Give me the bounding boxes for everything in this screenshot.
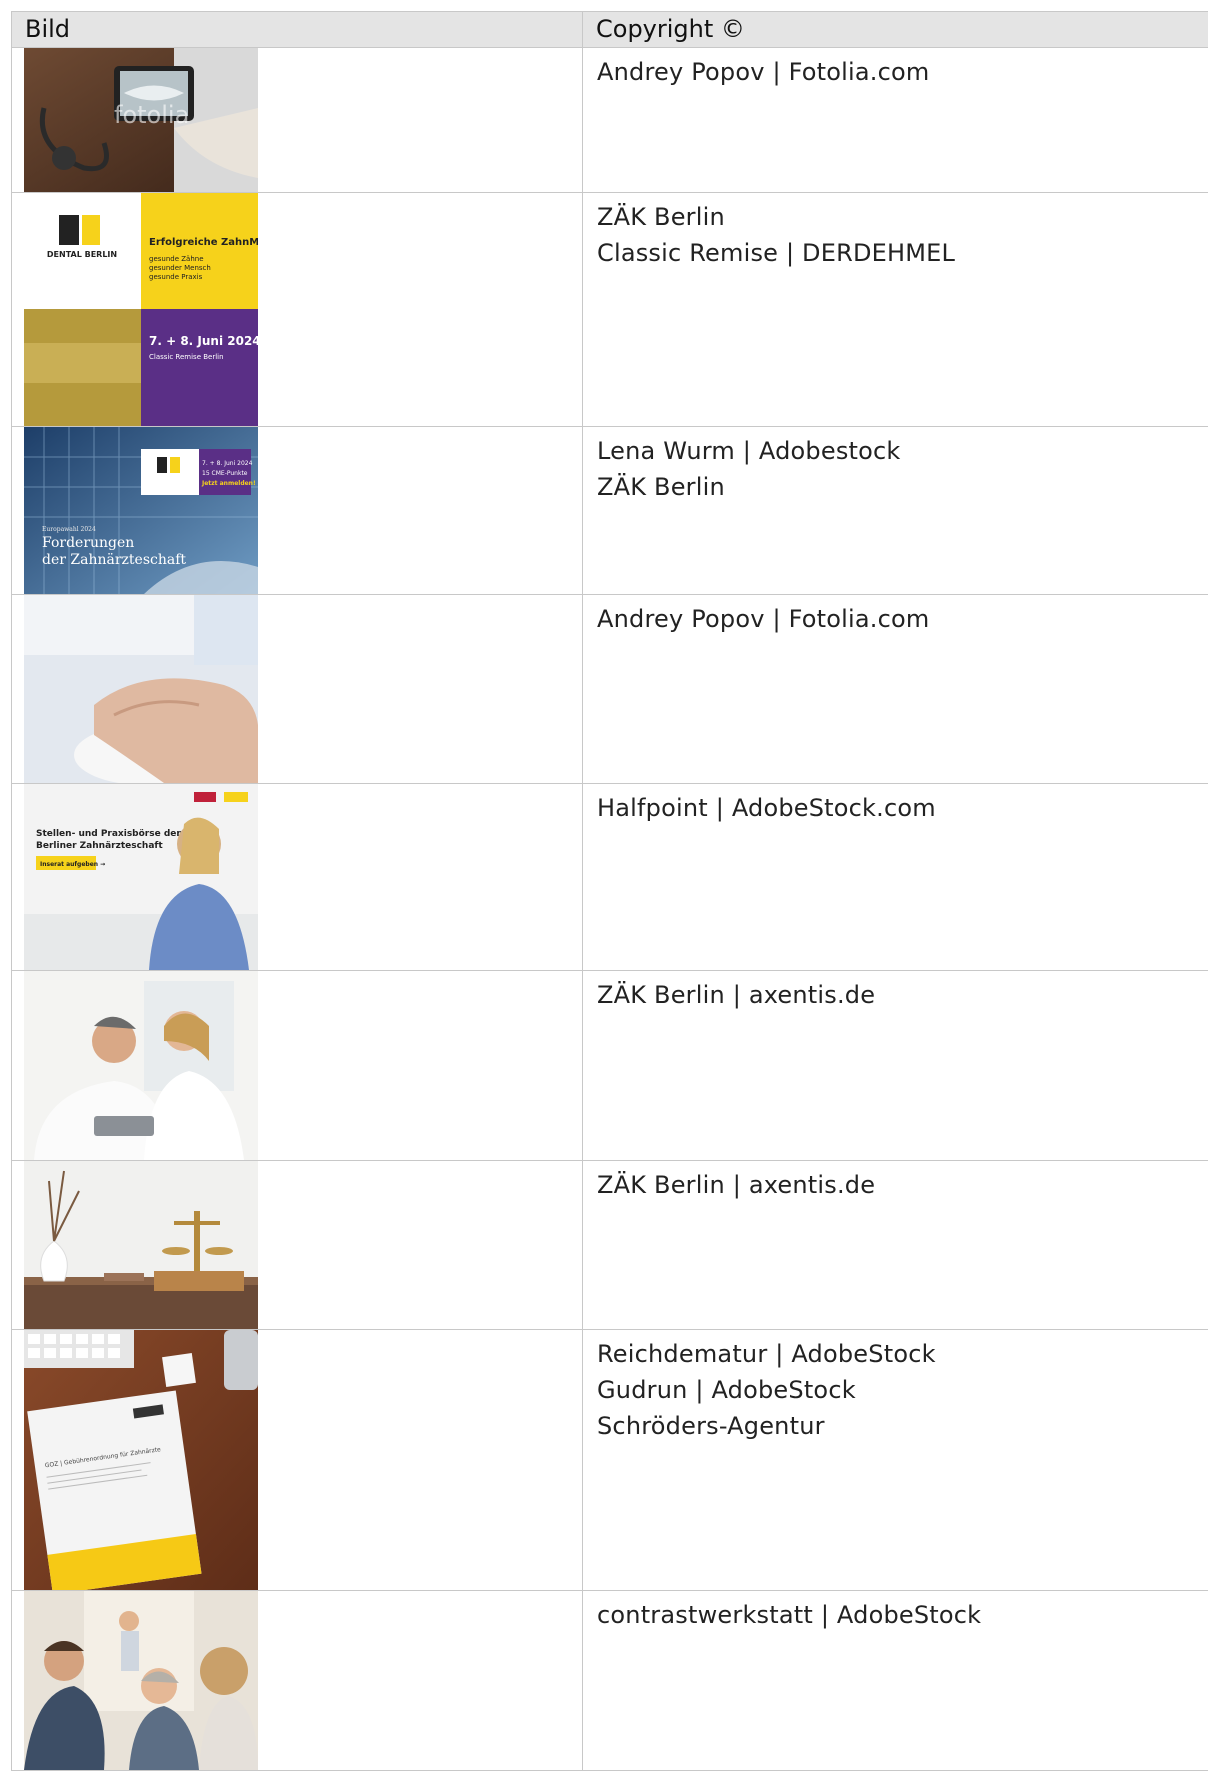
table-row: ZÄK Berlin | axentis.de xyxy=(12,971,1208,1161)
copyright-credit: contrastwerkstatt | AdobeStock xyxy=(597,1597,1208,1633)
table-row: contrastwerkstatt | AdobeStock xyxy=(12,1591,1208,1771)
banner-venue: Classic Remise Berlin xyxy=(149,353,224,361)
copyright-credit: Classic Remise | DERDEHMEL xyxy=(597,235,1208,271)
copyright-credit: ZÄK Berlin | axentis.de xyxy=(597,977,1208,1013)
copyright-credit: Schröders-Agentur xyxy=(597,1408,1208,1444)
image-scale-vase xyxy=(24,1161,258,1329)
copyright-table: Bild Copyright © xyxy=(11,11,1208,1771)
table-row: 7. + 8. Juni 2024 15 CME-Punkte Jetzt an… xyxy=(12,427,1208,595)
copyright-credit: Andrey Popov | Fotolia.com xyxy=(597,601,1208,637)
table-header-row: Bild Copyright © xyxy=(12,12,1208,48)
banner-headline: Erfolgreiche ZahnMedizin 2024 xyxy=(149,237,258,248)
copyright-credit: Reichdematur | AdobeStock xyxy=(597,1336,1208,1372)
banner-logo: DENTAL BERLIN xyxy=(47,250,117,259)
copyright-credit: Halfpoint | AdobeStock.com xyxy=(597,790,1208,826)
image-dental-berlin-banner: DENTAL BERLIN Erfolgreiche ZahnMedizin 2… xyxy=(24,193,258,426)
table-row: DENTAL BERLIN Erfolgreiche ZahnMedizin 2… xyxy=(12,193,1208,427)
image-europawahl-banner: 7. + 8. Juni 2024 15 CME-Punkte Jetzt an… xyxy=(24,427,258,594)
image-dental-tablet-xray: fotolia xyxy=(24,48,258,192)
banner-date: 7. + 8. Juni 2024 xyxy=(202,460,253,467)
image-stellenboerse-banner: Stellen- und Praxisbörse der Berliner Za… xyxy=(24,784,258,970)
banner-title: der Zahnärzteschaft xyxy=(42,552,186,568)
table-row: GOZ | Gebührenordnung für Zahnärzte Reic… xyxy=(12,1330,1208,1591)
table-row: Stellen- und Praxisbörse der Berliner Za… xyxy=(12,784,1208,971)
copyright-credit: Lena Wurm | Adobestock xyxy=(597,433,1208,469)
banner-title-line2: Berliner Zahnärzteschaft xyxy=(36,841,163,851)
copyright-credit: ZÄK Berlin xyxy=(597,199,1208,235)
banner-cta: Jetzt anmelden! xyxy=(201,480,256,487)
banner-points: 15 CME-Punkte xyxy=(202,470,248,477)
watermark-text: fotolia xyxy=(114,101,189,129)
banner-small: Europawahl 2024 xyxy=(42,526,96,533)
table-row: ZÄK Berlin | axentis.de xyxy=(12,1161,1208,1330)
image-seminar-audience xyxy=(24,1591,258,1770)
copyright-credit: ZÄK Berlin xyxy=(597,469,1208,505)
table-row: Andrey Popov | Fotolia.com xyxy=(12,595,1208,784)
banner-line: gesunde Zähne xyxy=(149,255,204,263)
copyright-credit: Gudrun | AdobeStock xyxy=(597,1372,1208,1408)
copyright-credit: ZÄK Berlin | axentis.de xyxy=(597,1167,1208,1203)
table-row: fotolia Andrey Popov | Fotolia.com xyxy=(12,48,1208,193)
image-dentists-tablet xyxy=(24,971,258,1160)
column-header-copyright: Copyright © xyxy=(583,12,1208,48)
banner-line: gesunder Mensch xyxy=(149,264,211,272)
image-hand-mouse xyxy=(24,595,258,783)
column-header-image: Bild xyxy=(12,12,583,48)
image-goz-brochure: GOZ | Gebührenordnung für Zahnärzte xyxy=(24,1330,258,1590)
banner-title-line1: Stellen- und Praxisbörse der xyxy=(36,829,181,839)
banner-line: gesunde Praxis xyxy=(149,273,203,281)
banner-cta: Inserat aufgeben → xyxy=(40,861,105,868)
banner-date: 7. + 8. Juni 2024 xyxy=(149,334,258,348)
copyright-credit: Andrey Popov | Fotolia.com xyxy=(597,54,1208,90)
banner-title: Forderungen xyxy=(42,535,134,551)
